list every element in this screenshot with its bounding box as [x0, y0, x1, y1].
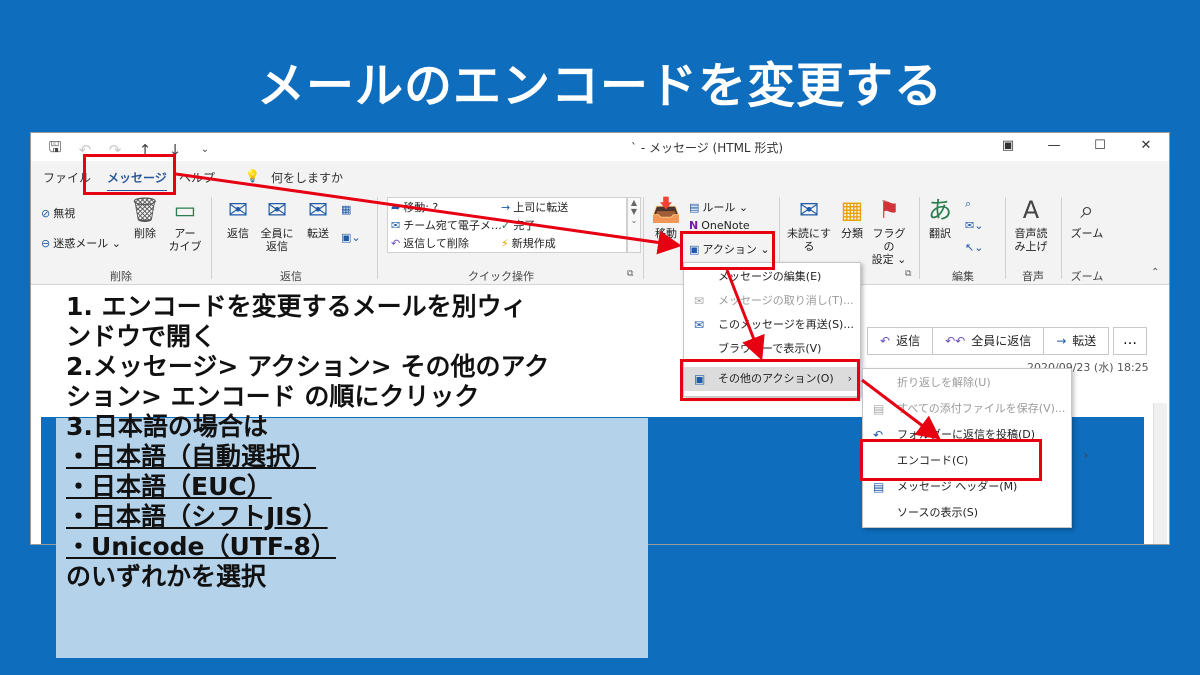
arrow-to-other-actions [725, 269, 765, 361]
arrow-to-encoding [861, 378, 941, 440]
red-arrows-overlay [175, 172, 941, 440]
arrow-to-actions [175, 172, 682, 255]
